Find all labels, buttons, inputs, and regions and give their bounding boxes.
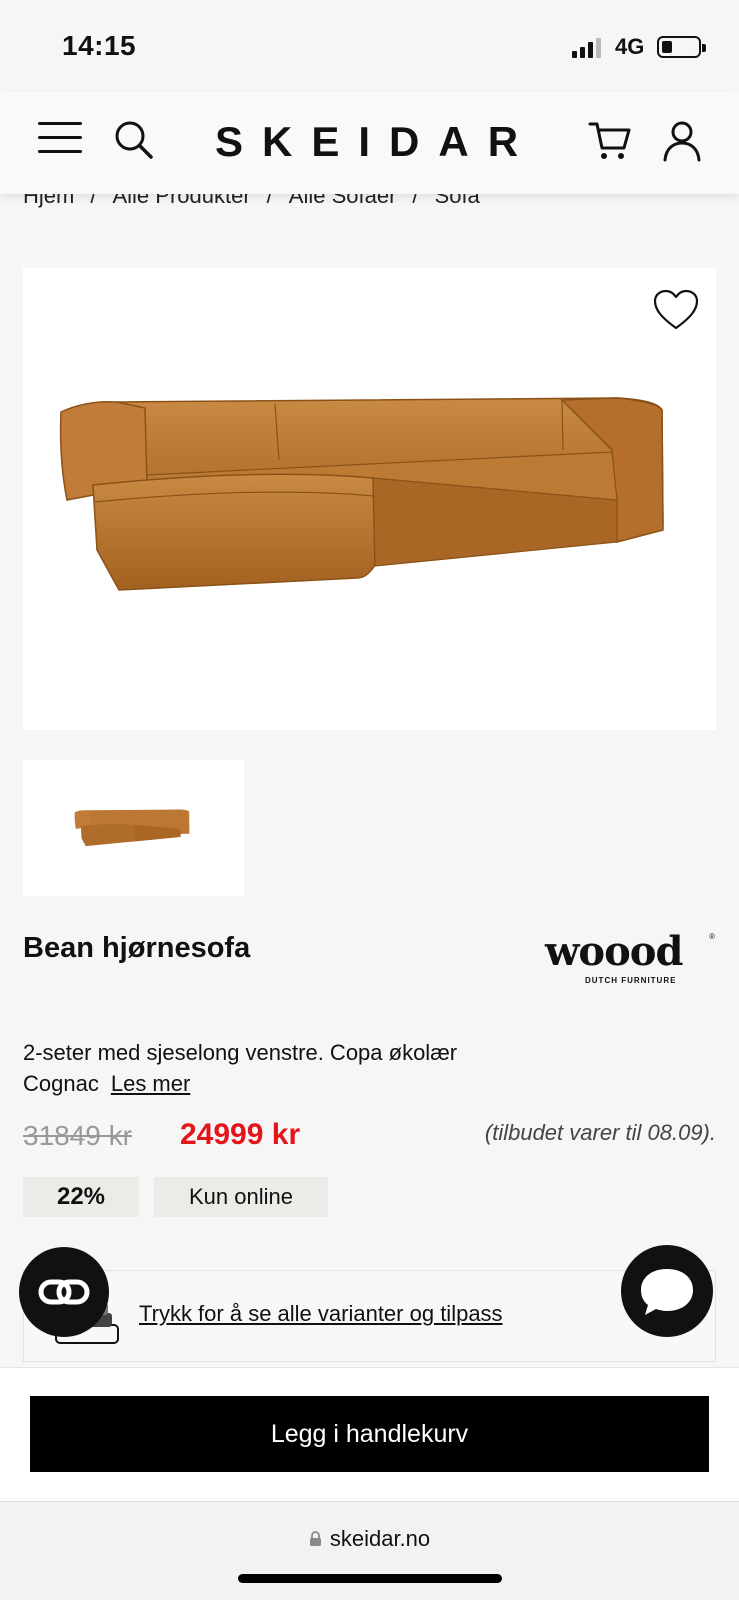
battery-icon bbox=[657, 36, 706, 58]
add-to-cart-button[interactable]: Legg i handlekurv bbox=[30, 1396, 709, 1472]
online-only-badge: Kun online bbox=[154, 1177, 328, 1217]
accessibility-fab[interactable] bbox=[19, 1247, 109, 1337]
signal-icon bbox=[572, 36, 604, 58]
read-more-link[interactable]: Les mer bbox=[111, 1071, 190, 1096]
discount-badge: 22% bbox=[23, 1177, 139, 1217]
url-display[interactable]: skeidar.no bbox=[0, 1526, 739, 1552]
chat-bubble-icon bbox=[641, 1269, 693, 1315]
cart-icon[interactable] bbox=[588, 120, 632, 162]
network-type: 4G bbox=[615, 34, 645, 59]
variants-box[interactable]: Trykk for å se alle varianter og tilpass bbox=[23, 1270, 716, 1362]
wishlist-heart-icon[interactable] bbox=[652, 288, 700, 332]
product-thumbnail[interactable] bbox=[23, 760, 244, 896]
status-bar: 14:15 4G bbox=[0, 0, 739, 92]
offer-validity-note: (tilbudet varer til 08.09). bbox=[484, 1120, 716, 1145]
browser-address-bar[interactable]: skeidar.no bbox=[0, 1501, 739, 1600]
sofa-thumbnail-image bbox=[74, 809, 190, 847]
chat-fab[interactable] bbox=[621, 1245, 713, 1337]
brand-tagline: DUTCH FURNITURE bbox=[585, 976, 677, 985]
user-account-icon[interactable] bbox=[662, 120, 702, 162]
brand-logo[interactable]: woood ® DUTCH FURNITURE bbox=[545, 932, 715, 990]
description-text: 2-seter med sjeselong venstre. Copa økol… bbox=[23, 1040, 458, 1096]
product-main-image[interactable] bbox=[23, 268, 716, 730]
status-time: 14:15 bbox=[62, 30, 137, 61]
skeidar-logo[interactable]: SKEIDAR bbox=[215, 118, 537, 166]
add-to-cart-bar: Legg i handlekurv bbox=[0, 1367, 739, 1501]
url-text: skeidar.no bbox=[329, 1526, 431, 1551]
product-title: Bean hjørnesofa bbox=[23, 932, 251, 964]
brand-registered-mark: ® bbox=[709, 932, 715, 941]
home-indicator[interactable] bbox=[238, 1574, 502, 1583]
site-header: SKEIDAR bbox=[0, 92, 739, 194]
sofa-image bbox=[59, 397, 664, 591]
variants-link[interactable]: Trykk for å se alle varianter og tilpass bbox=[139, 1301, 503, 1327]
sale-price: 24999 kr bbox=[180, 1118, 301, 1151]
lock-icon bbox=[309, 1531, 321, 1546]
link-icon bbox=[38, 1279, 90, 1305]
product-description: 2-seter med sjeselong venstre. Copa økol… bbox=[23, 1037, 543, 1099]
brand-name: woood bbox=[545, 928, 683, 975]
old-price: 31849 kr bbox=[23, 1120, 132, 1151]
hamburger-menu-icon[interactable] bbox=[38, 122, 82, 154]
search-icon[interactable] bbox=[114, 120, 154, 160]
